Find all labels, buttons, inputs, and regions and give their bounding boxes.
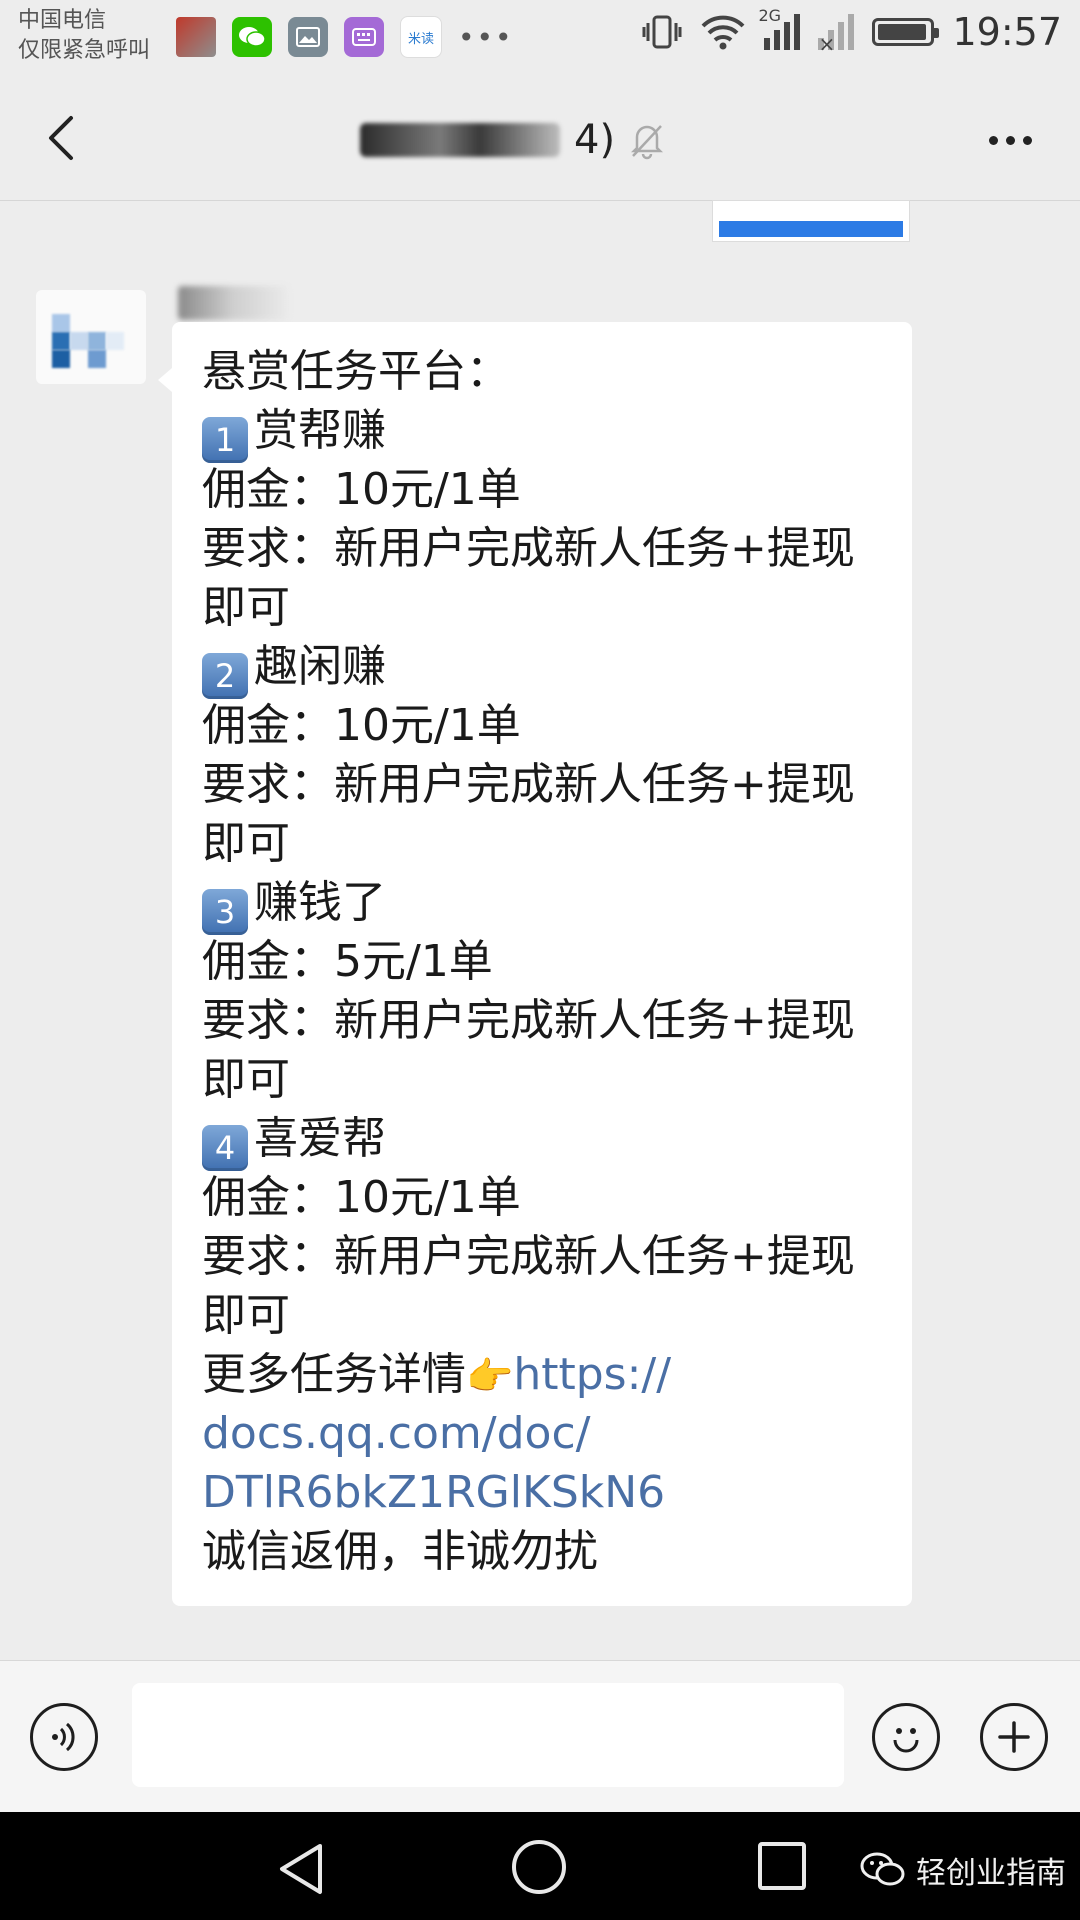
signal-disconnected-icon: × [818,14,855,56]
clock: 19:57 [952,10,1062,54]
doc-link-part-1[interactable]: https:// [513,1349,671,1400]
dot-icon [1005,135,1015,145]
platform-1-requirement: 要求：新用户完成新人任务+提现 [202,523,855,574]
muted-bell-icon [631,125,664,160]
wifi-icon [702,15,745,50]
message-input[interactable] [132,1683,844,1787]
sender-avatar[interactable] [36,290,146,384]
notification-icons: 米读 ••• [176,16,514,58]
platform-1-requirement-cont: 即可 [202,582,290,633]
platform-3-name: 赚钱了 [254,877,386,928]
message-heading: 悬赏任务平台： [202,346,510,397]
voice-input-button[interactable] [30,1703,98,1771]
network-type-label: 2G [758,6,782,25]
platform-4-commission: 佣金：10元/1单 [202,1172,521,1223]
platform-2-name: 趣闲赚 [254,641,386,692]
platform-1-line: 1 赏帮赚 [202,401,882,463]
platform-3-line: 3 赚钱了 [202,873,882,935]
input-bar [0,1660,1080,1813]
nav-back-icon[interactable] [276,1842,326,1896]
carrier-name: 中国电信 [18,8,107,33]
carrier-emergency: 仅限紧急呼叫 [18,38,151,63]
platform-4-requirement: 要求：新用户完成新人任务+提现 [202,1231,855,1282]
smiley-icon [893,1728,919,1753]
chat-title: 4) [360,112,665,168]
watermark: 轻创业指南 [860,1848,1066,1892]
keyboard-notification-icon [344,17,384,57]
platform-2-requirement-cont: 即可 [202,818,290,869]
doc-link-part-3[interactable]: DTlR6bkZ1RGlKSkN6 [202,1463,882,1522]
previous-message-thumbnail[interactable] [712,200,910,242]
closing-line: 诚信返佣，非诚勿扰 [202,1526,598,1577]
back-arrow-icon [49,116,73,160]
system-navigation-bar: 轻创业指南 [0,1812,1080,1920]
platform-3-commission: 佣金：5元/1单 [202,936,493,987]
watermark-text: 轻创业指南 [916,1856,1066,1891]
photo-notification-icon [176,17,216,57]
carrier-info: 中国电信 仅限紧急呼叫 [18,6,150,66]
redacted-group-name [360,123,560,157]
doc-link-part-2[interactable]: docs.qq.com/doc/ [202,1404,882,1463]
platform-2-requirement: 要求：新用户完成新人任务+提现 [202,759,855,810]
status-bar: 中国电信 仅限紧急呼叫 米读 ••• 2G × 19:57 [0,0,1080,82]
more-details-label: 更多任务详情 [202,1349,466,1400]
voice-icon [52,1722,75,1752]
platform-3-requirement: 要求：新用户完成新人任务+提现 [202,995,855,1046]
keycap-2-icon: 2 [202,653,248,699]
more-actions-button[interactable] [980,1703,1048,1771]
member-count: 4) [574,117,616,163]
nav-home-icon[interactable] [512,1840,566,1894]
system-icons: 2G × 19:57 [642,6,1062,56]
platform-4-line: 4 喜爱帮 [202,1109,882,1171]
midu-notification-icon: 米读 [400,16,442,58]
keycap-1-icon: 1 [202,417,248,463]
platform-4-requirement-cont: 即可 [202,1290,290,1341]
more-options-button[interactable] [980,110,1040,170]
platform-2-commission: 佣金：10元/1单 [202,700,521,751]
sender-name-redacted [178,286,288,320]
wechat-logo-icon [860,1852,905,1886]
battery-icon [872,18,940,46]
more-details-line: 更多任务详情👉https:// [202,1345,882,1404]
platform-1-name: 赏帮赚 [254,405,386,456]
dot-icon [1022,135,1032,145]
platform-2-line: 2 趣闲赚 [202,637,882,699]
keycap-3-icon: 3 [202,889,248,935]
emoji-button[interactable] [872,1703,940,1771]
platform-3-requirement-cont: 即可 [202,1054,290,1105]
platform-4-name: 喜爱帮 [254,1113,386,1164]
keycap-4-icon: 4 [202,1125,248,1171]
plus-icon [998,1721,1030,1753]
wechat-notification-icon [232,17,272,57]
vibrate-icon [642,15,682,49]
signal-2g-icon: 2G [758,6,801,50]
nav-recent-apps-icon[interactable] [758,1842,806,1890]
gallery-notification-icon [288,17,328,57]
more-notifications-icon: ••• [458,20,514,54]
platform-1-commission: 佣金：10元/1单 [202,464,521,515]
back-button[interactable] [30,108,90,168]
pointing-hand-icon: 👉 [466,1354,514,1398]
chat-header: 4) [0,82,1080,201]
message-bubble[interactable]: 悬赏任务平台： 1 赏帮赚 佣金：10元/1单 要求：新用户完成新人任务+提现 即… [158,322,912,1606]
dot-icon [988,135,998,145]
